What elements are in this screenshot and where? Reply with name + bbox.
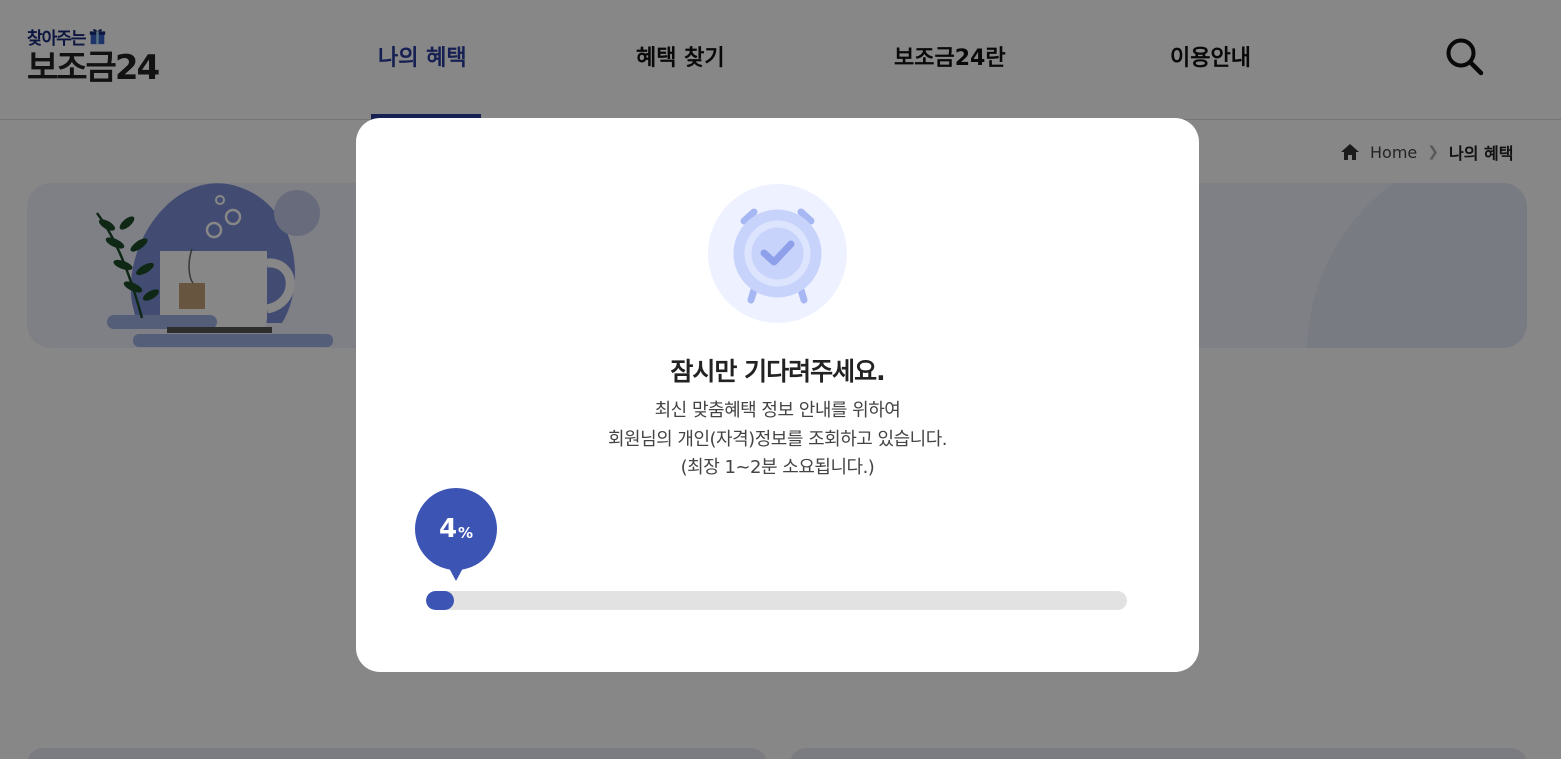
progress-bar [426,591,1127,610]
modal-title: 잠시만 기다려주세요. [670,357,885,386]
modal-desc-line: 회원님의 개인(자격)정보를 조회하고 있습니다. [607,428,948,450]
progress-percent-bubble: 4 % [415,488,497,581]
loading-modal: 잠시만 기다려주세요. 최신 맞춤혜택 정보 안내를 위하여 회원님의 개인(자… [356,118,1199,672]
modal-desc-line: (최장 1~2분 소요됩니다.) [680,457,875,478]
progress-bar-fill [426,591,455,610]
alarm-clock-check-icon [708,184,847,323]
progress-value: 4 [438,514,458,544]
modal-desc-line: 최신 맞춤혜택 정보 안내를 위하여 [654,400,901,421]
progress-unit: % [458,524,474,542]
modal-description: 최신 맞춤혜택 정보 안내를 위하여 회원님의 개인(자격)정보를 조회하고 있… [356,397,1199,483]
